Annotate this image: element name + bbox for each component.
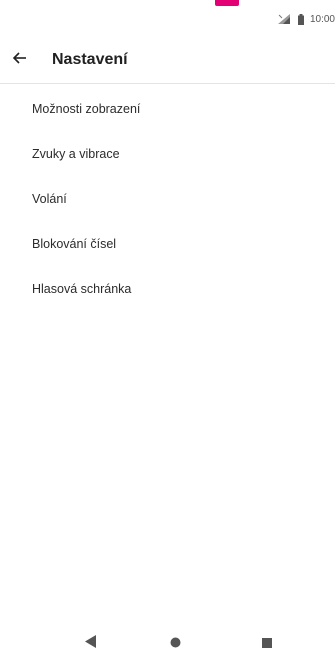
status-time: 10:00	[309, 13, 335, 25]
recents-square-icon	[262, 635, 272, 653]
nav-home-button[interactable]	[163, 634, 187, 654]
menu-item-blocked-numbers[interactable]: Blokování čísel	[0, 221, 335, 266]
back-button[interactable]	[0, 36, 48, 84]
back-triangle-icon	[84, 635, 96, 653]
status-bar: 10:00	[277, 10, 335, 28]
settings-menu: Možnosti zobrazení Zvuky a vibrace Volán…	[0, 86, 335, 311]
accent-marker	[215, 0, 239, 6]
menu-item-voicemail[interactable]: Hlasová schránka	[0, 266, 335, 311]
page-title: Nastavení	[52, 50, 128, 68]
menu-item-label: Možnosti zobrazení	[32, 101, 141, 116]
menu-item-label: Volání	[32, 191, 67, 206]
menu-item-calls[interactable]: Volání	[0, 176, 335, 221]
system-nav-bar	[0, 620, 335, 668]
home-circle-icon	[170, 635, 181, 653]
nav-back-button[interactable]	[78, 634, 102, 654]
nav-recents-button[interactable]	[255, 634, 279, 654]
signal-icon	[277, 14, 292, 24]
menu-item-sounds-vibration[interactable]: Zvuky a vibrace	[0, 131, 335, 176]
arrow-left-icon	[12, 51, 27, 69]
app-bar: Nastavení	[0, 36, 335, 84]
menu-item-label: Zvuky a vibrace	[32, 146, 120, 161]
battery-icon	[297, 13, 304, 25]
menu-item-display-options[interactable]: Možnosti zobrazení	[0, 86, 335, 131]
menu-item-label: Hlasová schránka	[32, 281, 132, 296]
menu-item-label: Blokování čísel	[32, 236, 117, 251]
